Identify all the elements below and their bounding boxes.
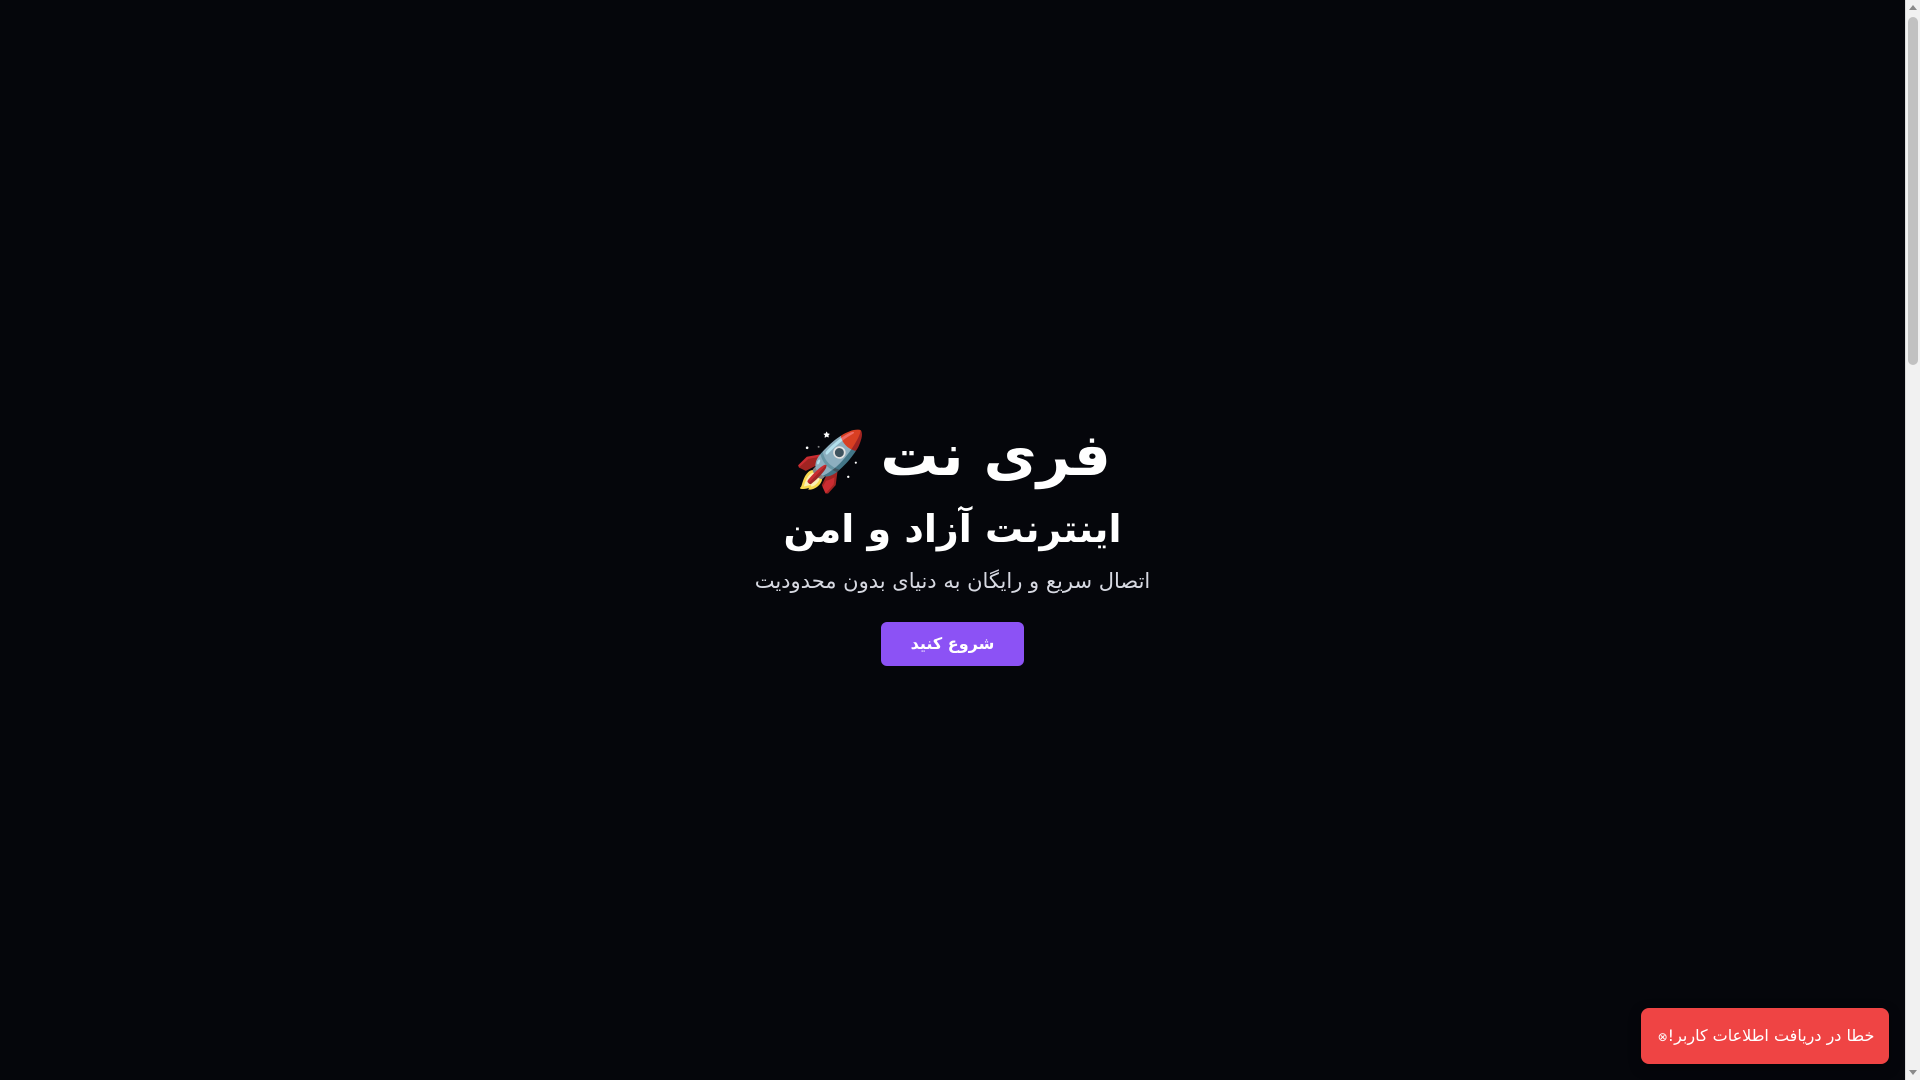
rocket-icon: 🚀 (794, 427, 867, 495)
scroll-up-arrow-icon[interactable] (1909, 5, 1917, 10)
error-icon: ⊗ (1657, 1030, 1668, 1044)
error-toast[interactable]: خطا در دریافت اطلاعات کاربر!⊗ (1641, 1008, 1889, 1064)
get-started-button[interactable]: شروع کنید (881, 622, 1024, 666)
hero-title: فری نت🚀 (0, 420, 1905, 496)
scroll-down-arrow-icon[interactable] (1909, 1070, 1917, 1075)
scrollbar-thumb[interactable] (1908, 17, 1918, 365)
toast-message: خطا در دریافت اطلاعات کاربر! (1667, 1026, 1875, 1045)
page: فری نت🚀 اینترنت آزاد و امن اتصال سریع و … (0, 0, 1920, 1080)
hero-title-text: فری نت (880, 421, 1111, 489)
viewport: فری نت🚀 اینترنت آزاد و امن اتصال سریع و … (0, 0, 1905, 1080)
vertical-scrollbar[interactable] (1905, 0, 1920, 1080)
hero-subtitle: اینترنت آزاد و امن (783, 507, 1122, 551)
hero-section: فری نت🚀 اینترنت آزاد و امن اتصال سریع و … (0, 420, 1905, 666)
hero-tagline: اتصال سریع و رایگان به دنیای بدون محدودی… (754, 569, 1151, 593)
